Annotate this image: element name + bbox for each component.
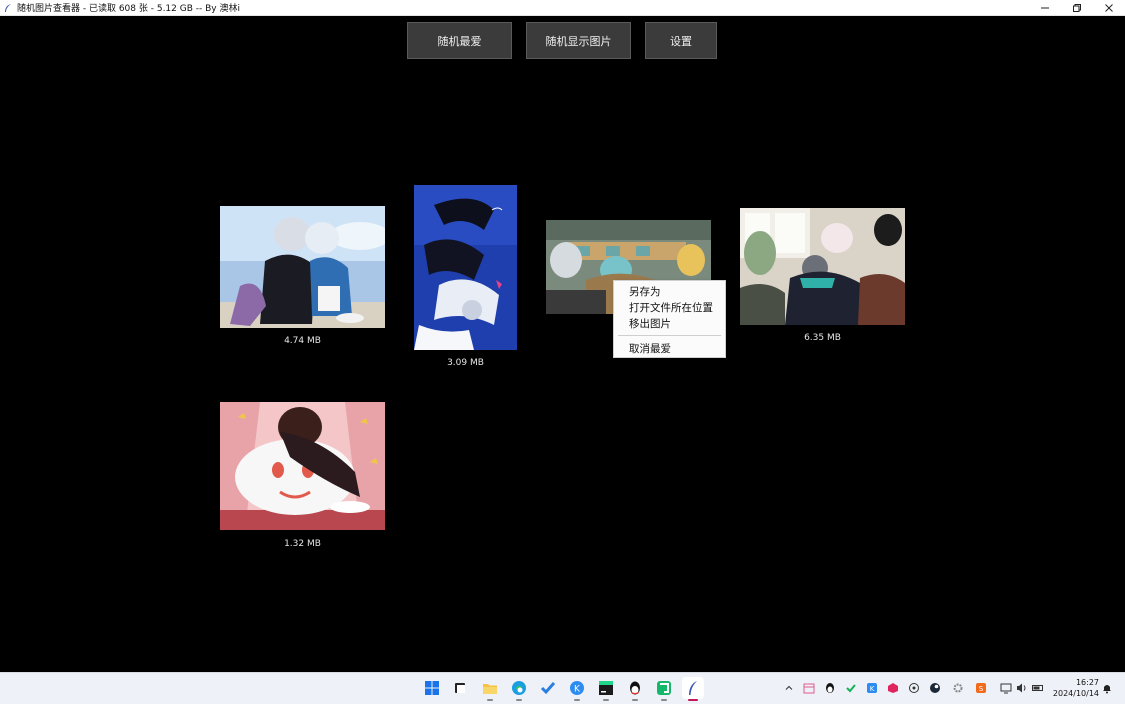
menu-item-unfavorite[interactable]: 取消最爱: [629, 341, 671, 356]
tray-calendar-icon[interactable]: [803, 682, 815, 694]
tray-overflow-chevron[interactable]: [783, 682, 795, 694]
tray-k-icon[interactable]: K: [866, 682, 878, 694]
svg-text:S: S: [979, 685, 984, 693]
image-thumbnail[interactable]: [740, 208, 905, 325]
tray-input-method-icon[interactable]: S: [975, 682, 987, 694]
minimize-button[interactable]: [1029, 0, 1061, 15]
k-app-icon: K: [570, 681, 584, 695]
green-app-icon: [657, 681, 671, 695]
clock[interactable]: 16:27 2024/10/14: [1053, 677, 1099, 699]
tray-wechat-icon[interactable]: [845, 682, 857, 694]
clock-date: 2024/10/14: [1052, 689, 1099, 698]
tray-gear-icon[interactable]: [952, 682, 964, 694]
close-button[interactable]: [1093, 0, 1125, 15]
running-indicator: [661, 699, 667, 701]
tray-display-icon[interactable]: [1000, 682, 1012, 694]
active-indicator: [688, 699, 698, 701]
taskbar-qq[interactable]: [624, 677, 646, 701]
anime-girls-sitting-image: [220, 206, 385, 328]
app-area: 随机最爱 随机显示图片 设置 4.74 MB 3.09 MB 6.35 MB 1…: [0, 16, 1125, 671]
menu-separator: [618, 335, 721, 336]
tray-battery-icon[interactable]: [1032, 682, 1044, 694]
image-thumbnail[interactable]: [220, 206, 385, 328]
feather-icon: [689, 681, 697, 695]
menu-item-save-as[interactable]: 另存为: [629, 284, 661, 299]
edge-browser-icon: [512, 681, 526, 695]
settings-button[interactable]: 设置: [645, 22, 717, 59]
folder-icon: [483, 684, 497, 694]
running-indicator: [603, 699, 609, 701]
feather-icon: [3, 3, 13, 13]
minimize-icon: [1041, 7, 1049, 8]
running-indicator: [487, 699, 493, 701]
anime-girl-blue-poster-image: [414, 185, 517, 350]
tray-steam-icon[interactable]: [929, 682, 941, 694]
anime-group-room-image: [740, 208, 905, 325]
random-favorite-button[interactable]: 随机最爱: [407, 22, 512, 59]
image-size-label: 4.74 MB: [284, 336, 321, 346]
tray-cube-icon[interactable]: [887, 682, 899, 694]
menu-item-open-file-location[interactable]: 打开文件所在位置: [629, 300, 713, 315]
taskbar-green-app[interactable]: [653, 677, 675, 701]
image-thumbnail[interactable]: [220, 402, 385, 530]
running-indicator: [632, 699, 638, 701]
start-button[interactable]: [421, 677, 443, 699]
taskbar-todo[interactable]: [537, 677, 559, 699]
chevron-up-icon: [785, 685, 793, 690]
restore-icon: [1073, 3, 1081, 12]
tray-qq-icon[interactable]: [824, 682, 836, 694]
context-menu: 另存为 打开文件所在位置 移出图片 取消最爱: [613, 280, 726, 358]
close-icon: [1105, 3, 1113, 12]
running-indicator: [574, 699, 580, 701]
penguin-icon: [630, 681, 640, 695]
restore-button[interactable]: [1061, 0, 1093, 15]
taskbar-file-explorer[interactable]: [479, 677, 501, 701]
taskbar-image-viewer[interactable]: [682, 677, 704, 701]
taskbar-edge[interactable]: [508, 677, 530, 701]
image-size-label: 1.32 MB: [284, 539, 321, 549]
task-view-button[interactable]: [449, 677, 471, 699]
anime-girl-pillow-image: [220, 402, 385, 530]
running-indicator: [516, 699, 522, 701]
random-show-button[interactable]: 随机显示图片: [526, 22, 631, 59]
image-thumbnail[interactable]: [414, 185, 517, 350]
image-size-label: 6.35 MB: [804, 333, 841, 343]
task-view-icon: [455, 683, 465, 693]
title-bar: 随机图片查看器 - 已读取 608 张 - 5.12 GB -- By 澳林i: [0, 0, 1125, 16]
image-size-label: 3.09 MB: [447, 358, 484, 368]
svg-text:K: K: [870, 685, 875, 693]
menu-item-remove-image[interactable]: 移出图片: [629, 316, 671, 331]
tray-volume-icon[interactable]: [1016, 682, 1028, 694]
windows-logo-icon: [425, 681, 439, 695]
clock-time: 16:27: [1075, 678, 1099, 687]
tray-network-drive-icon[interactable]: [908, 682, 920, 694]
taskbar: K K S 16:27 2024/10/14: [0, 672, 1125, 704]
pycharm-icon: [599, 681, 613, 695]
checkmark-icon: [540, 682, 556, 695]
notification-bell-icon[interactable]: [1101, 682, 1113, 694]
window-title: 随机图片查看器 - 已读取 608 张 - 5.12 GB -- By 澳林i: [17, 4, 240, 14]
taskbar-kugou[interactable]: K: [566, 677, 588, 701]
taskbar-pycharm[interactable]: [595, 677, 617, 701]
window-controls: [1029, 0, 1125, 15]
